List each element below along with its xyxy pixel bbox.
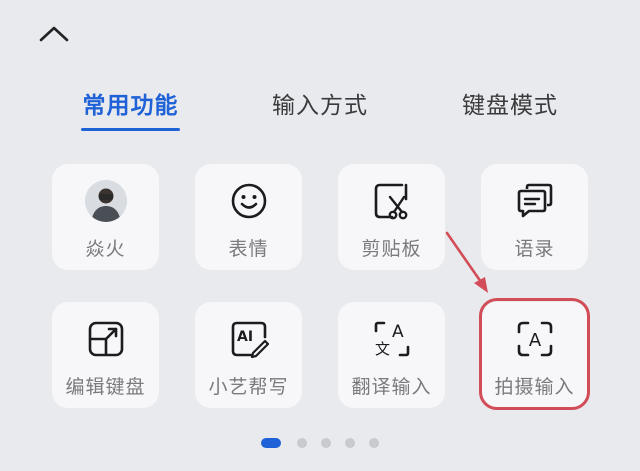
page-dot[interactable] (297, 438, 307, 448)
page-dot[interactable] (369, 438, 379, 448)
page-dot-active[interactable] (261, 438, 281, 448)
annotation-highlight-box (479, 298, 590, 410)
page-dot[interactable] (321, 438, 331, 448)
page-dot[interactable] (345, 438, 355, 448)
